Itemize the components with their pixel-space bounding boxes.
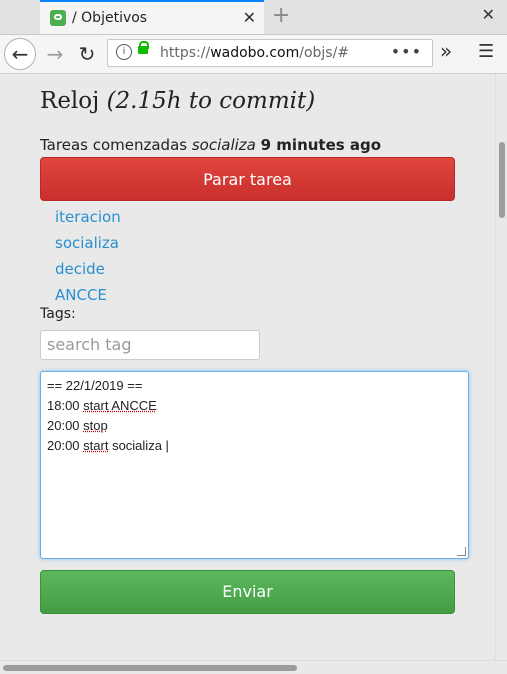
tag-list: iteracion socializa decide ANCCE xyxy=(55,204,121,308)
close-tab-icon[interactable]: ✕ xyxy=(243,8,256,27)
url-text[interactable]: https://wadobo.com/objs/# xyxy=(160,45,349,61)
tab-objetivos[interactable]: / Objetivos ✕ xyxy=(40,0,264,34)
back-button[interactable]: ← xyxy=(4,38,36,70)
started-time: 9 minutes ago xyxy=(260,136,382,154)
tag-link[interactable]: iteracion xyxy=(55,204,121,230)
url-host: wadobo.com xyxy=(210,45,300,61)
title-text: Reloj xyxy=(40,88,100,114)
url-scheme: https:// xyxy=(160,45,211,61)
tags-label: Tags: xyxy=(40,306,76,322)
editor-line: 20:00 start socializa | xyxy=(47,438,169,453)
url-bar[interactable]: i https://wadobo.com/objs/# ••• xyxy=(107,39,433,67)
editor-line: 20:00 stop xyxy=(47,418,108,433)
hamburger-menu-icon[interactable]: ☰ xyxy=(478,41,494,62)
resize-handle-icon[interactable] xyxy=(457,547,466,556)
reload-button[interactable]: ↻ xyxy=(72,39,102,69)
tab-bar: / Objetivos ✕ + ✕ xyxy=(0,0,507,35)
started-task-info: Tareas comenzadas socializa 9 minutes ag… xyxy=(40,136,381,154)
vertical-scrollbar[interactable] xyxy=(495,74,507,660)
log-textarea[interactable]: == 22/1/2019 == 18:00 start ANCCE 20:00 … xyxy=(40,371,469,559)
url-path: /objs/# xyxy=(299,45,350,61)
new-tab-icon[interactable]: + xyxy=(272,3,290,28)
info-icon[interactable]: i xyxy=(116,44,132,60)
tag-link[interactable]: decide xyxy=(55,256,121,282)
horizontal-scrollbar[interactable] xyxy=(0,660,507,674)
send-button[interactable]: Enviar xyxy=(40,570,455,614)
page-actions-icon[interactable]: ••• xyxy=(391,42,422,61)
tag-link[interactable]: ANCCE xyxy=(55,282,121,308)
page-title: Reloj (2.15h to commit) xyxy=(40,88,315,114)
editor-line: 18:00 start ANCCE xyxy=(47,398,157,413)
site-favicon-icon xyxy=(50,10,66,26)
overflow-chevrons-icon[interactable]: » xyxy=(440,39,452,63)
tab-title: / Objetivos xyxy=(72,10,148,26)
navigation-bar: ← → ↻ i https://wadobo.com/objs/# ••• » … xyxy=(0,35,507,74)
page-content: Reloj (2.15h to commit) Tareas comenzada… xyxy=(0,74,495,660)
horizontal-scroll-thumb[interactable] xyxy=(3,665,297,671)
started-task-name: socializa xyxy=(191,136,256,154)
vertical-scroll-thumb[interactable] xyxy=(499,142,505,218)
editor-line: == 22/1/2019 == xyxy=(47,378,143,393)
started-label: Tareas comenzadas xyxy=(40,136,188,154)
stop-task-button[interactable]: Parar tarea xyxy=(40,157,455,201)
commit-time: (2.15h to commit) xyxy=(106,88,316,114)
close-window-icon[interactable]: ✕ xyxy=(482,5,495,24)
search-tag-input[interactable]: search tag xyxy=(40,330,260,360)
lock-icon xyxy=(138,41,149,54)
forward-button[interactable]: → xyxy=(40,39,70,69)
tag-link[interactable]: socializa xyxy=(55,230,121,256)
